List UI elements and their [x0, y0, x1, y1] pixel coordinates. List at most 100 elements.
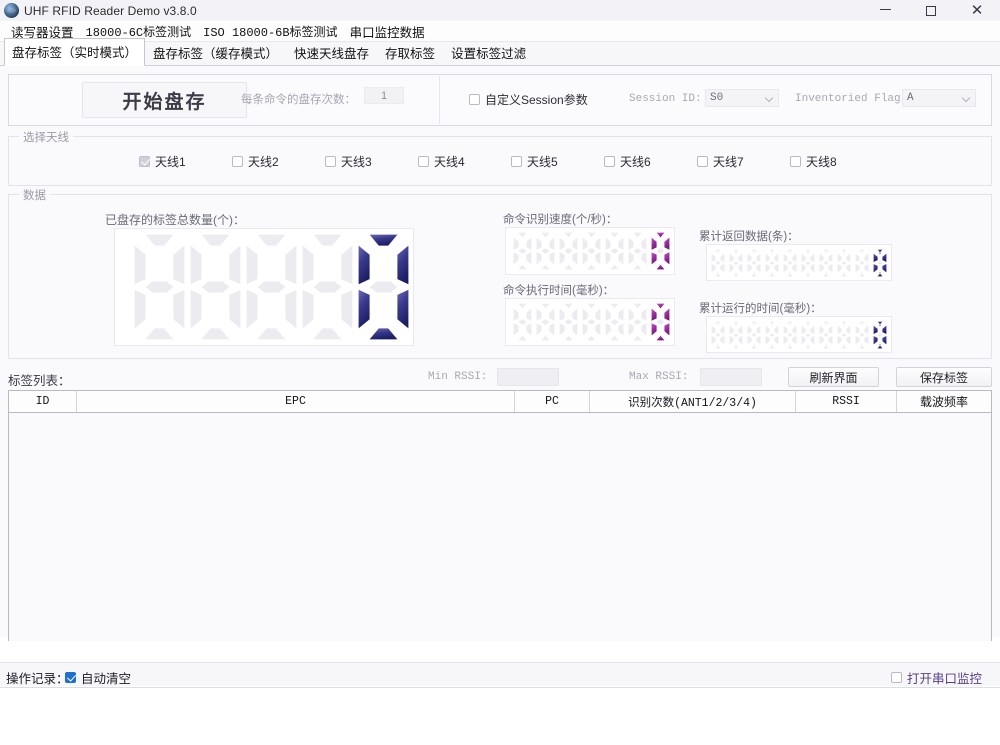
antenna-checkbox-6[interactable]: 天线6: [604, 153, 697, 170]
session-id-label: Session ID:: [629, 93, 702, 105]
window-title: UHF RFID Reader Demo v3.8.0: [24, 3, 197, 18]
inventoried-flag-select[interactable]: A: [902, 89, 976, 107]
tab-tag-filter[interactable]: 设置标签过滤: [443, 39, 534, 66]
lcd-digit: [582, 303, 601, 341]
lcd-digit: [536, 303, 555, 341]
custom-session-checkbox[interactable]: 自定义Session参数: [469, 91, 588, 108]
antenna-label-3: 天线3: [341, 155, 372, 169]
min-rssi-label: Min RSSI:: [428, 371, 488, 383]
antenna-label-1: 天线1: [155, 155, 186, 169]
lcd-digit: [855, 321, 869, 348]
checkbox-icon: [511, 156, 522, 167]
panel-divider: [439, 76, 440, 124]
session-id-value: S0: [710, 92, 724, 104]
checkbox-icon: [418, 156, 429, 167]
inventory-control-panel: 开始盘存 每条命令的盘存次数： 1 自定义Session参数 Session I…: [8, 74, 992, 126]
table-header-row: ID EPC PC 识别次数(ANT1/2/3/4) RSSI 载波频率: [9, 391, 991, 413]
antenna-panel-legend: 选择天线: [19, 129, 73, 145]
tab-inventory-buffered[interactable]: 盘存标签（缓存模式）: [145, 39, 286, 66]
antenna-checkbox-7[interactable]: 天线7: [697, 153, 790, 170]
tab-inventory-realtime[interactable]: 盘存标签（实时模式）: [4, 38, 146, 66]
antenna-label-2: 天线2: [248, 155, 279, 169]
inventoried-flag-label: Inventoried Flag:: [795, 93, 908, 105]
data-panel: 数据 已盘存的标签总数量(个)： 命令识别速度(个/秒)： 命令执行时间(毫秒)…: [8, 187, 992, 359]
lcd-digit: [711, 249, 725, 276]
inventory-times-label: 每条命令的盘存次数：: [241, 94, 356, 106]
lcd-digit: [134, 234, 185, 340]
application-window: UHF RFID Reader Demo v3.8.0 ✕ 读写器设置 1800…: [0, 0, 1000, 745]
lcd-digit: [651, 303, 670, 341]
lcd-digit: [536, 232, 555, 270]
total-returned-label: 累计返回数据(条)：: [699, 231, 799, 243]
lcd-digit: [628, 232, 647, 270]
total-runtime-display: [706, 316, 892, 353]
total-returned-display: [706, 244, 892, 281]
title-bar: UHF RFID Reader Demo v3.8.0 ✕: [0, 0, 1000, 21]
auto-clear-checkbox[interactable]: 自动清空: [65, 668, 131, 687]
antenna-label-4: 天线4: [434, 155, 465, 169]
lcd-digit: [873, 249, 887, 276]
antenna-label-5: 天线5: [527, 155, 558, 169]
column-header-frequency[interactable]: 载波频率: [897, 391, 991, 412]
data-panel-legend: 数据: [19, 187, 50, 203]
table-body[interactable]: [9, 413, 991, 641]
column-header-id[interactable]: ID: [9, 391, 77, 412]
max-rssi-label: Max RSSI:: [629, 371, 689, 383]
lcd-digit: [855, 249, 869, 276]
antenna-checkbox-1[interactable]: 天线1: [139, 153, 232, 170]
column-header-pc[interactable]: PC: [515, 391, 590, 412]
lcd-digit: [605, 303, 624, 341]
antenna-select-panel: 选择天线 天线1 天线2 天线3 天线4 天线5 天线6 天线7 天线8: [8, 129, 992, 186]
lcd-digit: [605, 232, 624, 270]
inventory-times-input[interactable]: 1: [364, 87, 404, 104]
auto-clear-label: 自动清空: [81, 672, 132, 686]
tab-access-tag[interactable]: 存取标签: [377, 39, 443, 66]
custom-session-label: 自定义Session参数: [485, 93, 588, 107]
lcd-digit: [747, 249, 761, 276]
antenna-checkbox-row: 天线1 天线2 天线3 天线4 天线5 天线6 天线7 天线8: [9, 153, 991, 170]
menu-item-6b-tag-test[interactable]: ISO 18000-6B标签测试: [197, 22, 343, 41]
checkbox-icon: [790, 156, 801, 167]
antenna-checkbox-3[interactable]: 天线3: [325, 153, 418, 170]
lcd-digit: [819, 249, 833, 276]
lcd-digit: [190, 234, 241, 340]
max-rssi-input[interactable]: [700, 368, 762, 386]
antenna-checkbox-2[interactable]: 天线2: [232, 153, 325, 170]
globe-icon: [4, 3, 19, 18]
checkbox-icon: [232, 156, 243, 167]
refresh-ui-button[interactable]: 刷新界面: [788, 367, 879, 387]
lcd-digit: [358, 234, 409, 340]
lcd-digit: [628, 303, 647, 341]
column-header-read-count[interactable]: 识别次数(ANT1/2/3/4): [590, 391, 796, 412]
lcd-digit: [837, 249, 851, 276]
checkbox-icon: [697, 156, 708, 167]
antenna-checkbox-4[interactable]: 天线4: [418, 153, 511, 170]
close-button[interactable]: ✕: [954, 0, 1000, 21]
antenna-label-6: 天线6: [620, 155, 651, 169]
antenna-checkbox-8[interactable]: 天线8: [790, 153, 883, 170]
column-header-rssi[interactable]: RSSI: [796, 391, 897, 412]
lcd-digit: [651, 232, 670, 270]
column-header-epc[interactable]: EPC: [77, 391, 515, 412]
start-inventory-button[interactable]: 开始盘存: [82, 82, 247, 118]
antenna-checkbox-5[interactable]: 天线5: [511, 153, 604, 170]
open-serial-monitor-checkbox[interactable]: 打开串口监控: [890, 668, 982, 687]
inventoried-flag-value: A: [907, 92, 914, 104]
save-tags-button[interactable]: 保存标签: [896, 367, 992, 387]
session-id-select[interactable]: S0: [705, 89, 779, 107]
speed-label: 命令识别速度(个/秒)：: [503, 214, 618, 226]
antenna-label-8: 天线8: [806, 155, 837, 169]
lcd-digit: [246, 234, 297, 340]
lcd-digit: [711, 321, 725, 348]
tab-fast-antenna-inventory[interactable]: 快速天线盘存: [286, 39, 377, 66]
lcd-digit: [582, 232, 601, 270]
maximize-button[interactable]: [908, 0, 954, 21]
checkbox-icon: [469, 94, 480, 105]
total-tags-display: [114, 228, 414, 346]
speed-display: [505, 227, 675, 275]
window-controls: ✕: [862, 0, 1000, 21]
exec-time-display: [505, 298, 675, 346]
minimize-button[interactable]: [862, 0, 908, 21]
min-rssi-input[interactable]: [497, 368, 559, 386]
lcd-digit: [783, 321, 797, 348]
